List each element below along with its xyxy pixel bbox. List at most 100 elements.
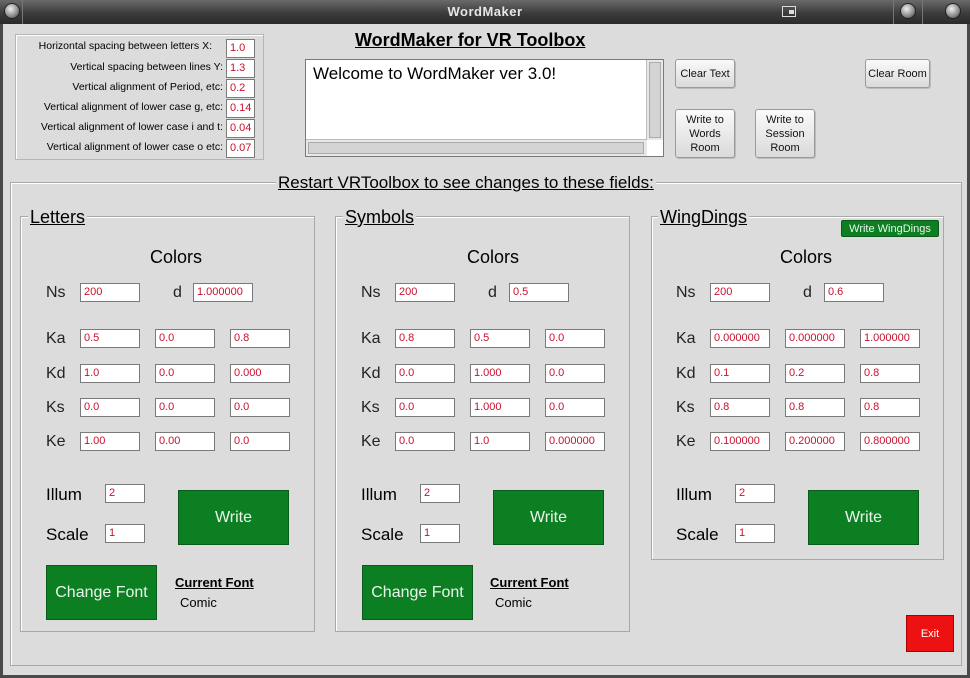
- ka-label: Ka: [676, 330, 696, 347]
- letters-scale-field[interactable]: 1: [105, 524, 145, 543]
- letters-d-field[interactable]: 1.000000: [193, 283, 253, 302]
- letters-write-button[interactable]: Write: [178, 490, 289, 545]
- o-align-field[interactable]: 0.07: [226, 139, 255, 158]
- symbols-ke-r-field[interactable]: 0.0: [395, 432, 455, 451]
- kd-label: Kd: [46, 365, 66, 382]
- symbols-kd-r-field[interactable]: 0.0: [395, 364, 455, 383]
- wingdings-ke-g-field[interactable]: 0.200000: [785, 432, 845, 451]
- clear-text-button[interactable]: Clear Text: [675, 59, 735, 88]
- letters-kd-r-field[interactable]: 1.0: [80, 364, 140, 383]
- v-spacing-field[interactable]: 1.3: [226, 59, 255, 78]
- ka-label: Ka: [361, 330, 381, 347]
- letters-ke-g-field[interactable]: 0.00: [155, 432, 215, 451]
- wingdings-ka-b-field[interactable]: 1.000000: [860, 329, 920, 348]
- scale-label: Scale: [676, 525, 719, 544]
- letters-illum-field[interactable]: 2: [105, 484, 145, 503]
- horizontal-scrollbar[interactable]: [306, 139, 647, 156]
- button-line: Write to: [766, 113, 804, 126]
- symbols-ks-b-field[interactable]: 0.0: [545, 398, 605, 417]
- h-spacing-field[interactable]: 1.0: [226, 39, 255, 58]
- clear-room-button[interactable]: Clear Room: [865, 59, 930, 88]
- symbols-title: Symbols: [343, 207, 417, 228]
- ke-label: Ke: [361, 433, 381, 450]
- symbols-change-font-button[interactable]: Change Font: [362, 565, 473, 620]
- wingdings-ks-b-field[interactable]: 0.8: [860, 398, 920, 417]
- exit-button[interactable]: Exit: [906, 615, 954, 652]
- wingdings-ks-g-field[interactable]: 0.8: [785, 398, 845, 417]
- divider: [922, 0, 923, 24]
- it-align-field[interactable]: 0.04: [226, 119, 255, 138]
- symbols-current-font-value: Comic: [495, 595, 532, 610]
- current-font-label: Current Font: [175, 575, 254, 590]
- restore-icon[interactable]: [782, 6, 796, 17]
- message-textbox[interactable]: Welcome to WordMaker ver 3.0!: [305, 59, 664, 157]
- d-label: d: [173, 284, 182, 301]
- symbols-ka-r-field[interactable]: 0.8: [395, 329, 455, 348]
- symbols-ke-g-field[interactable]: 1.0: [470, 432, 530, 451]
- button-line: Session: [765, 127, 805, 140]
- minimize-icon[interactable]: [900, 3, 916, 19]
- symbols-ks-r-field[interactable]: 0.0: [395, 398, 455, 417]
- illum-label: Illum: [361, 485, 397, 504]
- write-wingdings-button[interactable]: Write WingDings: [841, 220, 939, 237]
- symbols-ns-field[interactable]: 200: [395, 283, 455, 302]
- wingdings-scale-field[interactable]: 1: [735, 524, 775, 543]
- illum-label: Illum: [46, 485, 82, 504]
- letters-ke-b-field[interactable]: 0.0: [230, 432, 290, 451]
- window-title: WordMaker: [447, 4, 523, 19]
- write-session-room-button[interactable]: Write to Session Room: [755, 109, 815, 158]
- wingdings-write-button[interactable]: Write: [808, 490, 919, 545]
- g-align-field[interactable]: 0.14: [226, 99, 255, 118]
- wingdings-ns-field[interactable]: 200: [710, 283, 770, 302]
- symbols-ka-g-field[interactable]: 0.5: [470, 329, 530, 348]
- current-font-label: Current Font: [490, 575, 569, 590]
- letters-ns-field[interactable]: 200: [80, 283, 140, 302]
- write-words-room-button[interactable]: Write to Words Room: [675, 109, 735, 158]
- symbols-scale-field[interactable]: 1: [420, 524, 460, 543]
- symbols-kd-g-field[interactable]: 1.000: [470, 364, 530, 383]
- ke-label: Ke: [676, 433, 696, 450]
- letters-ke-r-field[interactable]: 1.00: [80, 432, 140, 451]
- scale-label: Scale: [361, 525, 404, 544]
- wingdings-kd-r-field[interactable]: 0.1: [710, 364, 770, 383]
- wingdings-ka-r-field[interactable]: 0.000000: [710, 329, 770, 348]
- letters-ks-r-field[interactable]: 0.0: [80, 398, 140, 417]
- ns-label: Ns: [46, 284, 66, 301]
- letters-change-font-button[interactable]: Change Font: [46, 565, 157, 620]
- symbols-kd-b-field[interactable]: 0.0: [545, 364, 605, 383]
- wingdings-ke-b-field[interactable]: 0.800000: [860, 432, 920, 451]
- wingdings-ke-r-field[interactable]: 0.100000: [710, 432, 770, 451]
- ns-label: Ns: [361, 284, 381, 301]
- symbols-ks-g-field[interactable]: 1.000: [470, 398, 530, 417]
- wingdings-kd-b-field[interactable]: 0.8: [860, 364, 920, 383]
- wingdings-ks-r-field[interactable]: 0.8: [710, 398, 770, 417]
- symbols-d-field[interactable]: 0.5: [509, 283, 569, 302]
- v-spacing-label: Vertical spacing between lines Y:: [70, 61, 223, 73]
- divider: [893, 0, 894, 24]
- letters-ks-g-field[interactable]: 0.0: [155, 398, 215, 417]
- symbols-ke-b-field[interactable]: 0.000000: [545, 432, 605, 451]
- letters-current-font-value: Comic: [180, 595, 217, 610]
- vertical-scrollbar[interactable]: [646, 60, 663, 140]
- ks-label: Ks: [676, 399, 695, 416]
- h-spacing-label: Horizontal spacing between letters X:: [38, 40, 212, 52]
- wingdings-kd-g-field[interactable]: 0.2: [785, 364, 845, 383]
- period-align-field[interactable]: 0.2: [226, 79, 255, 98]
- ks-label: Ks: [361, 399, 380, 416]
- letters-kd-b-field[interactable]: 0.000: [230, 364, 290, 383]
- wingdings-d-field[interactable]: 0.6: [824, 283, 884, 302]
- letters-ks-b-field[interactable]: 0.0: [230, 398, 290, 417]
- symbols-write-button[interactable]: Write: [493, 490, 604, 545]
- kd-label: Kd: [361, 365, 381, 382]
- ke-label: Ke: [46, 433, 66, 450]
- wingdings-illum-field[interactable]: 2: [735, 484, 775, 503]
- letters-ka-g-field[interactable]: 0.0: [155, 329, 215, 348]
- d-label: d: [803, 284, 812, 301]
- close-icon[interactable]: [945, 3, 961, 19]
- wingdings-ka-g-field[interactable]: 0.000000: [785, 329, 845, 348]
- letters-kd-g-field[interactable]: 0.0: [155, 364, 215, 383]
- symbols-ka-b-field[interactable]: 0.0: [545, 329, 605, 348]
- symbols-illum-field[interactable]: 2: [420, 484, 460, 503]
- letters-ka-b-field[interactable]: 0.8: [230, 329, 290, 348]
- letters-ka-r-field[interactable]: 0.5: [80, 329, 140, 348]
